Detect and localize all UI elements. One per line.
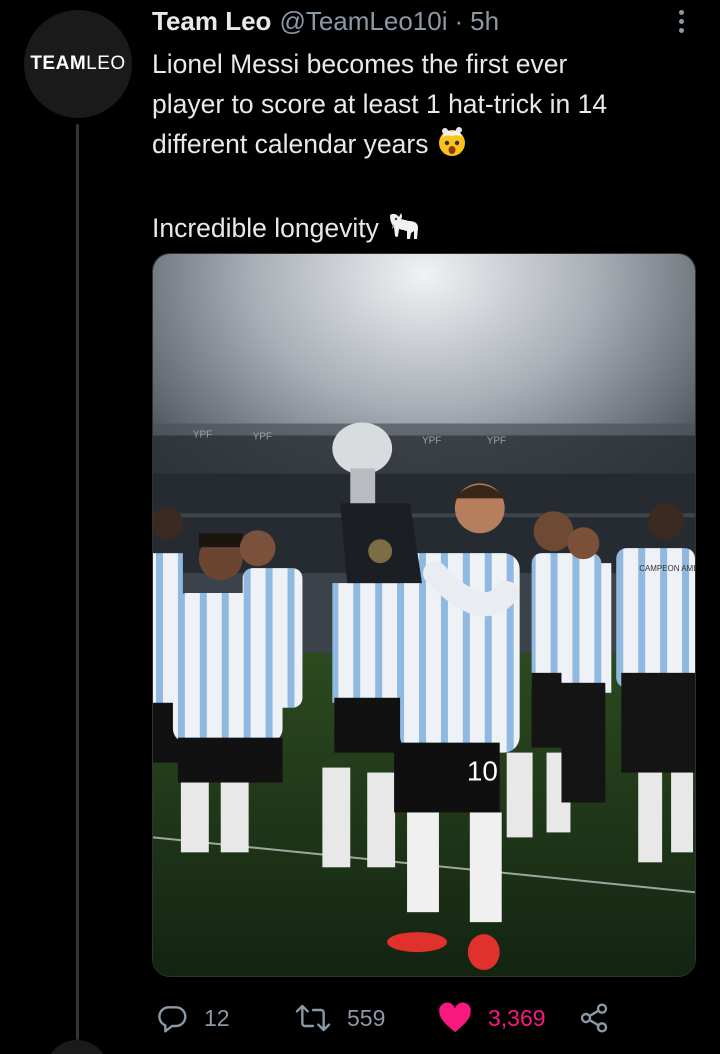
svg-text:YPF: YPF (422, 435, 441, 446)
goat-emoji-icon (387, 209, 421, 252)
tweet-header: Team Leo @TeamLeo10i · 5h (152, 4, 499, 38)
avatar[interactable]: TEAMLEO (24, 10, 132, 118)
more-dot-icon (678, 27, 684, 33)
tweet-text-line: Incredible longevity (152, 208, 697, 252)
reply-button[interactable]: 12 (156, 996, 230, 1040)
separator-dot: · (454, 5, 464, 36)
svg-text:YPF: YPF (487, 435, 506, 446)
tweet-text-line: player to score at least 1 hat-trick in … (152, 89, 608, 119)
user-handle[interactable]: @TeamLeo10i (279, 6, 447, 37)
like-count: 3,369 (488, 1004, 546, 1031)
tweet-text-line: different calendar years (152, 124, 697, 168)
more-dot-icon (678, 18, 684, 24)
timestamp[interactable]: 5h (470, 6, 499, 37)
share-icon (580, 1003, 608, 1033)
heart-icon (439, 1002, 471, 1033)
tweet-text: Lionel Messi becomes the first ever play… (152, 44, 697, 252)
exploding-head-emoji-icon (436, 125, 468, 168)
more-dot-icon (678, 9, 684, 15)
svg-text:YPF: YPF (253, 431, 272, 442)
thread-connector-line (76, 124, 79, 1040)
retweet-count: 559 (347, 1004, 386, 1031)
jersey-number: 10 (467, 756, 498, 787)
like-button[interactable]: 3,369 (438, 996, 546, 1040)
display-name[interactable]: Team Leo (152, 6, 271, 37)
shirt-banner: CAMPEON AMERICA (639, 564, 695, 573)
avatar-logo: TEAMLEO (30, 53, 126, 74)
retweet-icon (295, 1004, 331, 1032)
svg-text:YPF: YPF (193, 429, 212, 440)
tweet-text-line: Lionel Messi becomes the first ever (152, 49, 568, 79)
next-tweet-avatar[interactable] (45, 1040, 109, 1054)
tweet-actions: 12 559 3,369 (152, 996, 696, 1040)
reply-icon (158, 1006, 187, 1033)
share-button[interactable] (578, 996, 610, 1040)
more-options-button[interactable] (670, 6, 692, 36)
reply-count: 12 (204, 1004, 230, 1031)
retweet-button[interactable]: 559 (295, 996, 385, 1040)
tweet-photo[interactable]: YPF YPF YPF YPF 10 CAMPEON AM (152, 253, 696, 977)
trophy-celebration-photo: YPF YPF YPF YPF 10 CAMPEON AM (153, 254, 695, 976)
